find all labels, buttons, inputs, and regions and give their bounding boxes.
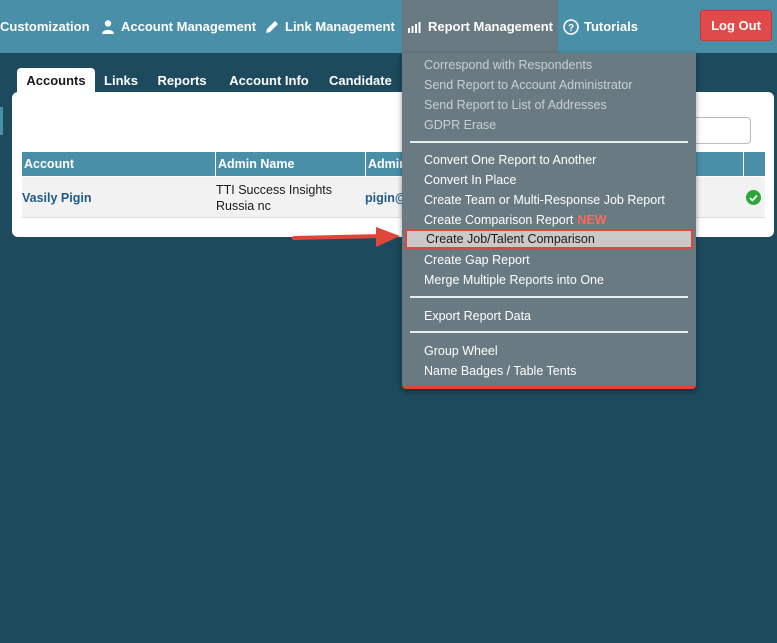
admin-name-line1: TTI Success Insights	[216, 183, 333, 197]
menu-item-group-wheel[interactable]: Group Wheel	[424, 342, 498, 360]
tab-links[interactable]: Links	[97, 68, 145, 92]
menu-item-comparison-report[interactable]: Create Comparison Report NEW	[424, 211, 607, 229]
nav-account-management[interactable]: Account Management	[100, 0, 256, 53]
menu-item-name-badges[interactable]: Name Badges / Table Tents	[424, 362, 576, 380]
pencil-icon	[266, 20, 278, 33]
tab-account-info[interactable]: Account Info	[220, 68, 318, 92]
new-badge: NEW	[577, 213, 607, 227]
column-header-account[interactable]: Account	[22, 152, 216, 176]
nav-customization-label: Customization	[0, 19, 90, 34]
menu-item-convert-in-place[interactable]: Convert In Place	[424, 171, 516, 189]
tab-accounts[interactable]: Accounts	[17, 68, 95, 92]
nav-tutorials[interactable]: ? Tutorials	[563, 0, 638, 53]
nav-tutorials-label: Tutorials	[584, 19, 638, 34]
tab-candidate[interactable]: Candidate	[324, 68, 402, 92]
menu-item-team-report[interactable]: Create Team or Multi-Response Job Report	[424, 191, 665, 209]
column-header-admin-name[interactable]: Admin Name	[216, 152, 366, 176]
menu-item-comparison-report-label: Create Comparison Report	[424, 213, 574, 227]
report-management-dropdown: Correspond with Respondents Send Report …	[402, 53, 696, 389]
nav-customization[interactable]: Customization	[0, 0, 90, 53]
menu-item-convert-report[interactable]: Convert One Report to Another	[424, 151, 596, 169]
admin-email-link[interactable]: pigin@	[365, 191, 407, 205]
users-icon	[102, 19, 114, 34]
menu-item-send-to-list[interactable]: Send Report to List of Addresses	[424, 96, 607, 114]
menu-item-gap-report[interactable]: Create Gap Report	[424, 251, 530, 269]
menu-item-export-data[interactable]: Export Report Data	[424, 307, 531, 325]
tab-reports[interactable]: Reports	[150, 68, 214, 92]
nav-report-management[interactable]: Report Management	[402, 0, 558, 53]
column-header-status	[743, 152, 765, 176]
menu-item-send-to-admin[interactable]: Send Report to Account Administrator	[424, 76, 632, 94]
question-circle-icon: ?	[563, 18, 579, 35]
svg-text:?: ?	[568, 23, 574, 34]
nav-account-management-label: Account Management	[121, 19, 257, 34]
admin-name-line2: Russia nc	[216, 199, 271, 213]
menu-divider	[410, 141, 688, 143]
menu-divider	[410, 296, 688, 298]
menu-item-job-talent-comparison[interactable]: Create Job/Talent Comparison	[405, 229, 693, 249]
annotation-arrow-icon	[292, 227, 400, 247]
nav-report-management-label: Report Management	[428, 19, 553, 34]
menu-item-correspond[interactable]: Correspond with Respondents	[424, 56, 592, 74]
menu-item-merge-reports[interactable]: Merge Multiple Reports into One	[424, 271, 604, 289]
top-nav: Customization Account Management Link Ma…	[0, 0, 777, 53]
left-edge-strip	[0, 107, 3, 135]
account-name-link[interactable]: Vasily Pigin	[22, 191, 91, 205]
search-input[interactable]	[689, 117, 751, 144]
menu-divider	[410, 331, 688, 333]
bar-chart-icon	[408, 21, 421, 33]
nav-link-management[interactable]: Link Management	[264, 0, 395, 53]
menu-item-job-talent-comparison-label: Create Job/Talent Comparison	[426, 232, 595, 246]
column-header-admin[interactable]: Admin	[366, 152, 406, 176]
logout-button[interactable]: Log Out	[700, 10, 772, 41]
menu-item-gdpr-erase[interactable]: GDPR Erase	[424, 116, 496, 134]
check-circle-icon	[746, 190, 761, 205]
nav-link-management-label: Link Management	[285, 19, 395, 34]
